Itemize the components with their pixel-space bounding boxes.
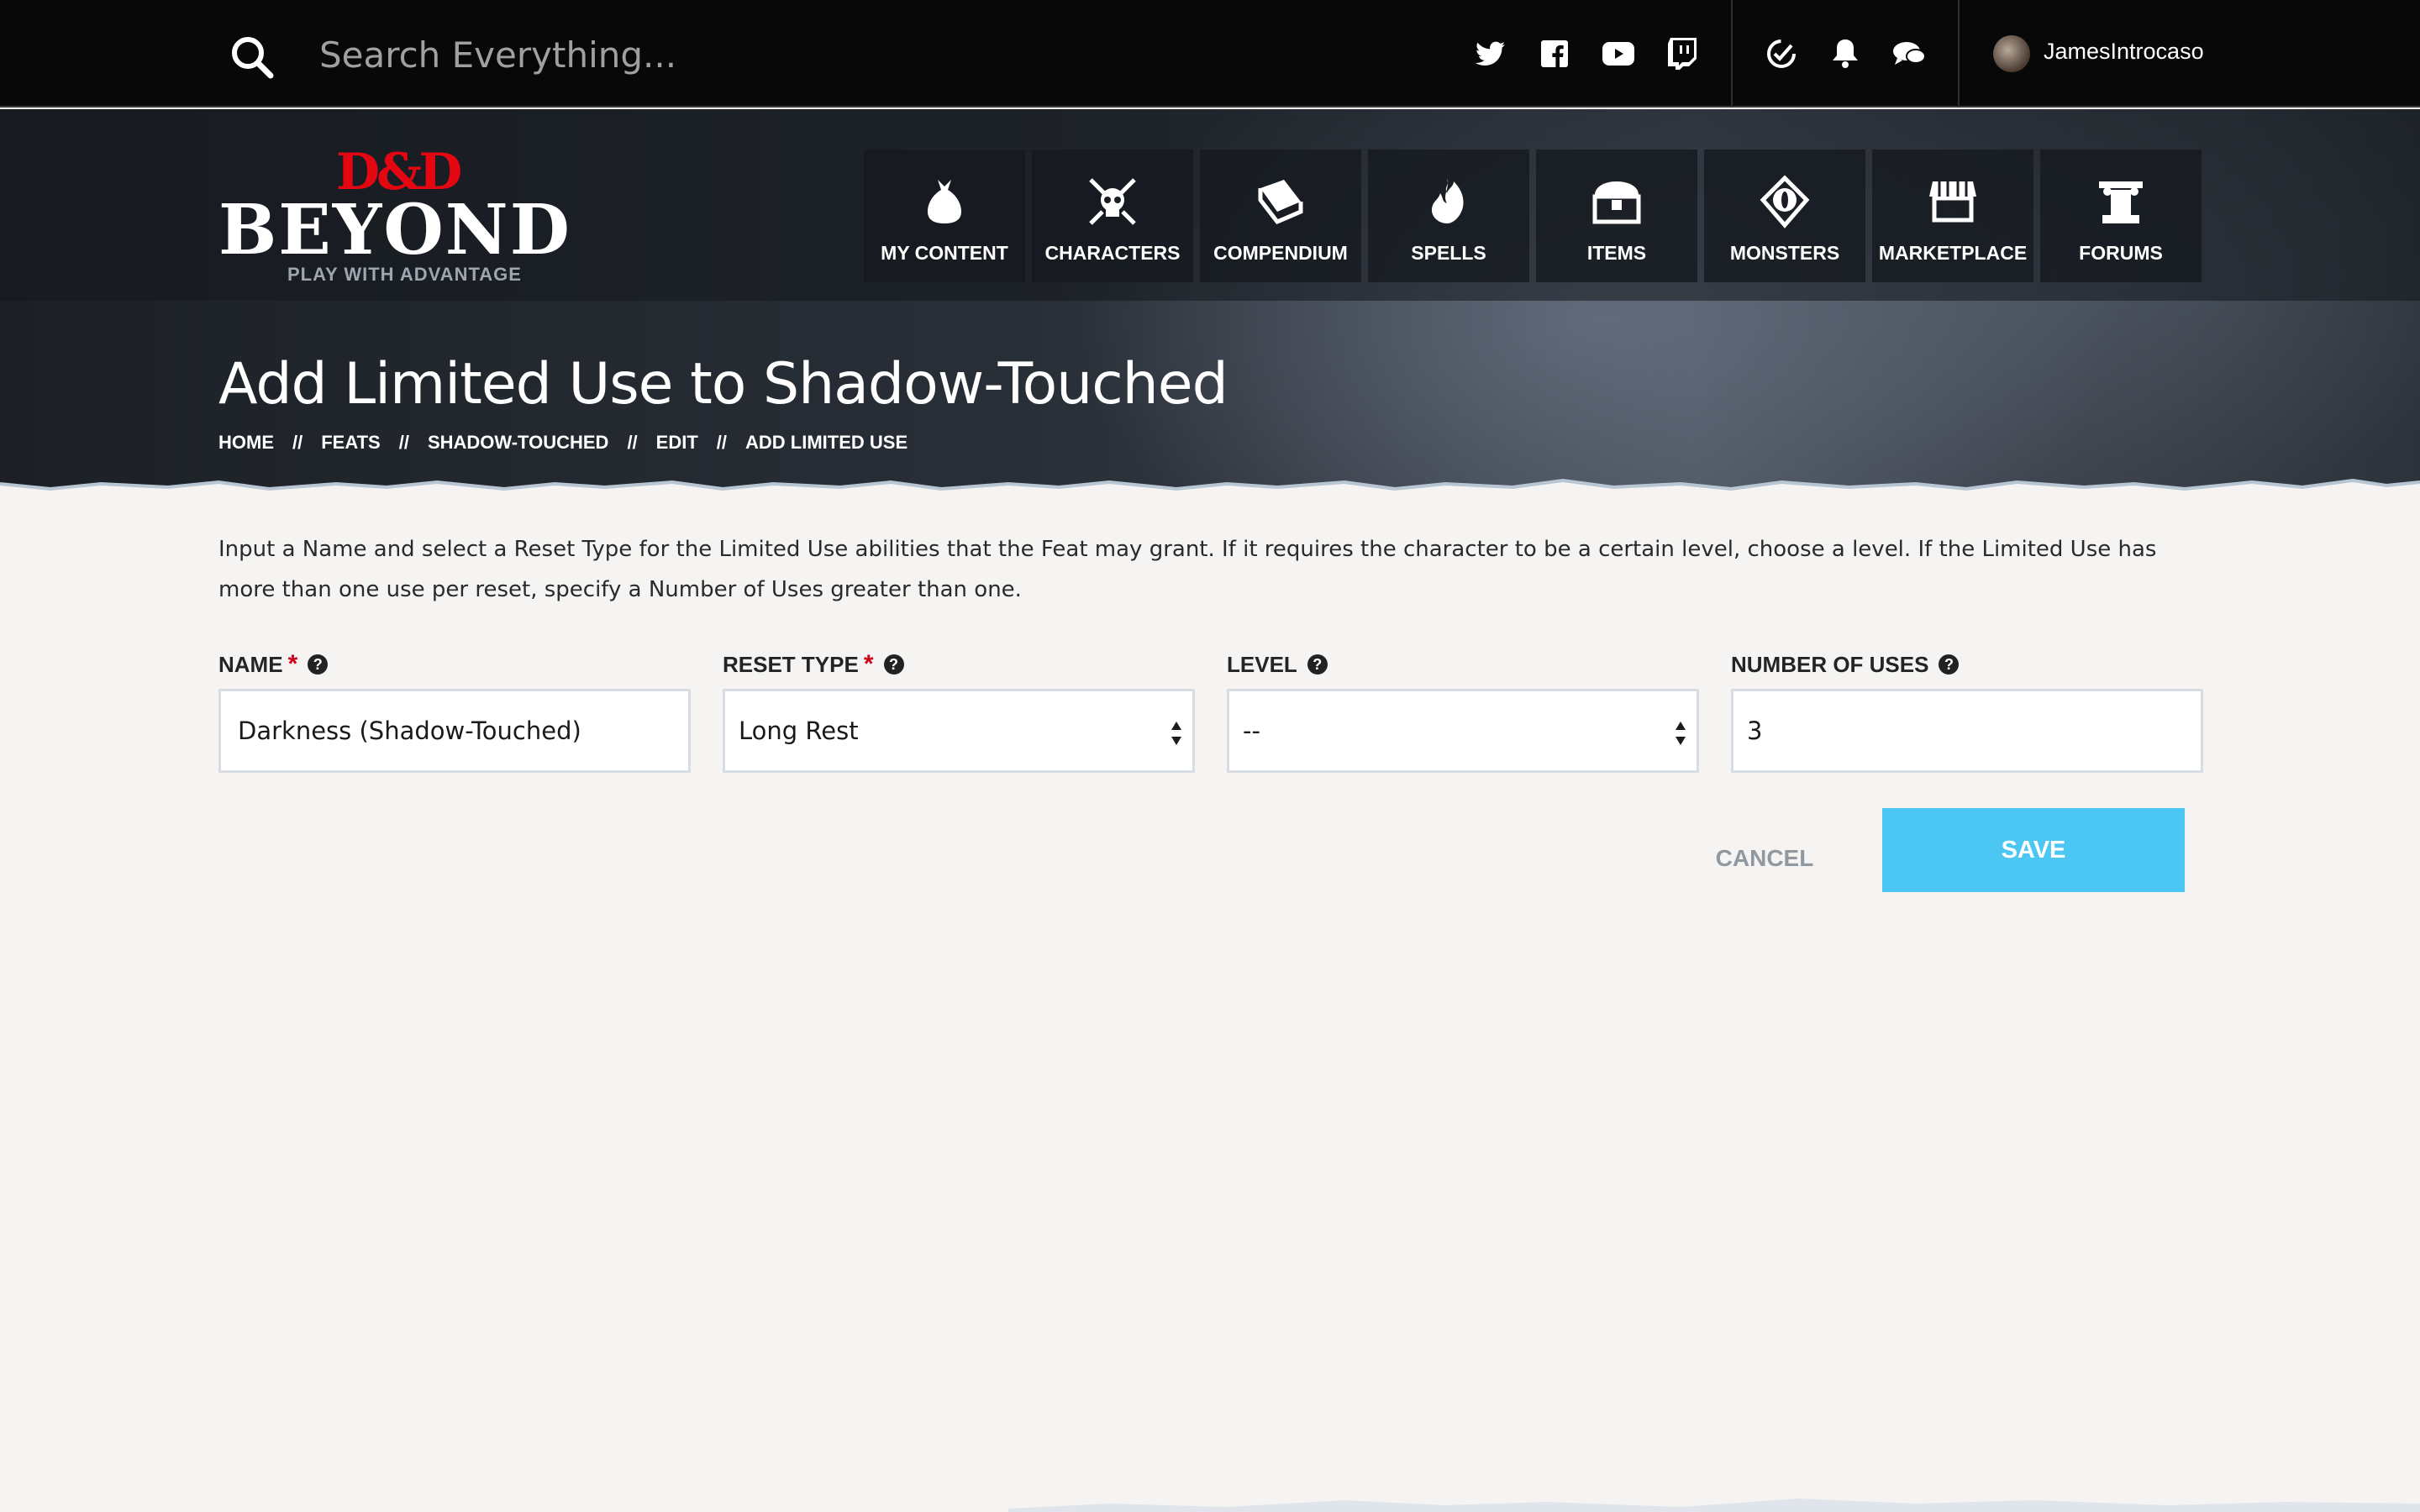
help-icon[interactable]: ? — [308, 654, 329, 675]
bag-icon — [928, 180, 961, 223]
select-arrows-icon — [1676, 722, 1686, 745]
breadcrumb-edit[interactable]: EDIT — [656, 432, 698, 454]
twitter-icon[interactable] — [1472, 35, 1509, 72]
number-of-uses-field: NUMBER OF USES ? 3 — [1731, 650, 2203, 773]
breadcrumb: HOME // FEATS // SHADOW-TOUCHED // EDIT … — [218, 432, 908, 454]
number-of-uses-value: 3 — [1747, 717, 1763, 745]
intro-text: Input a Name and select a Reset Type for… — [218, 537, 2157, 602]
reset-type-label-text: RESET TYPE — [723, 651, 859, 677]
chat-icon[interactable] — [1891, 35, 1928, 72]
save-button[interactable]: SAVE — [1882, 808, 2185, 892]
twitch-icon[interactable] — [1664, 35, 1701, 72]
shop-icon — [1929, 181, 1976, 223]
logo-name[interactable]: BEYOND — [218, 190, 571, 270]
nav-spells[interactable]: SPELLS — [1368, 150, 1529, 282]
search-input[interactable] — [319, 25, 1076, 84]
nav-label: MONSTERS — [1729, 242, 1840, 264]
bell-icon[interactable] — [1827, 35, 1864, 72]
youtube-icon[interactable] — [1600, 35, 1637, 72]
level-select[interactable]: -- — [1227, 689, 1699, 773]
username[interactable]: JamesIntrocaso — [2044, 39, 2204, 65]
nav-label: COMPENDIUM — [1213, 242, 1348, 264]
nav-compendium[interactable]: COMPENDIUM — [1200, 150, 1361, 282]
torn-paper-edge — [0, 478, 2420, 504]
treasure-chest-icon — [1592, 181, 1641, 224]
name-field: NAME * ? Darkness (Shadow-Touched) — [218, 650, 691, 773]
breadcrumb-shadow-touched[interactable]: SHADOW-TOUCHED — [428, 432, 608, 454]
help-icon[interactable]: ? — [883, 654, 904, 675]
help-icon[interactable]: ? — [1307, 654, 1328, 675]
nav-characters[interactable]: CHARACTERS — [1032, 150, 1193, 282]
reset-type-value: Long Rest — [739, 717, 859, 745]
reset-type-select[interactable]: Long Rest — [723, 689, 1195, 773]
nav-forums[interactable]: FORUMS — [2040, 150, 2202, 282]
nav-items[interactable]: ITEMS — [1536, 150, 1697, 282]
breadcrumb-separator: // — [627, 432, 638, 453]
breadcrumb-separator: // — [398, 432, 409, 453]
nav-label: MARKETPLACE — [1878, 242, 2028, 264]
name-input[interactable]: Darkness (Shadow-Touched) — [218, 689, 691, 773]
top-bar: JamesIntrocaso — [0, 0, 2420, 108]
reset-type-field: RESET TYPE * ? Long Rest — [723, 650, 1195, 773]
book-icon — [1258, 180, 1303, 225]
level-value: -- — [1243, 717, 1260, 745]
number-of-uses-input[interactable]: 3 — [1731, 689, 2203, 773]
breadcrumb-add-limited-use: ADD LIMITED USE — [745, 432, 908, 453]
nav-label: FORUMS — [2079, 242, 2163, 264]
skull-crossed-swords-icon — [1089, 178, 1136, 225]
search-icon[interactable] — [229, 34, 276, 81]
monster-eye-icon — [1760, 175, 1810, 228]
breadcrumb-feats[interactable]: FEATS — [321, 432, 380, 454]
level-label: LEVEL ? — [1227, 650, 1699, 679]
name-label: NAME * ? — [218, 650, 691, 679]
cancel-button[interactable]: CANCEL — [1689, 832, 1840, 885]
nav-monsters[interactable]: MONSTERS — [1704, 150, 1865, 282]
breadcrumb-home[interactable]: HOME — [218, 432, 274, 454]
required-mark: * — [287, 650, 298, 678]
facebook-icon[interactable] — [1536, 35, 1573, 72]
number-of-uses-label-text: NUMBER OF USES — [1731, 651, 1929, 677]
nav-marketplace[interactable]: MARKETPLACE — [1872, 150, 2033, 282]
breadcrumb-separator: // — [716, 432, 728, 453]
topbar-divider — [1958, 0, 1960, 108]
nav-my-content[interactable]: MY CONTENT — [864, 150, 1025, 282]
page-title: Add Limited Use to Shadow-Touched — [218, 351, 1228, 417]
level-label-text: LEVEL — [1227, 651, 1297, 677]
logo-tagline: PLAY WITH ADVANTAGE — [287, 264, 522, 285]
number-of-uses-label: NUMBER OF USES ? — [1731, 650, 2203, 679]
nav-label: MY CONTENT — [881, 242, 1008, 264]
changelog-icon[interactable] — [1763, 35, 1800, 72]
pillar-icon — [2099, 181, 2143, 223]
name-input-value: Darkness (Shadow-Touched) — [238, 717, 581, 745]
nav-label: ITEMS — [1586, 242, 1647, 264]
reset-type-label: RESET TYPE * ? — [723, 650, 1195, 679]
breadcrumb-separator: // — [292, 432, 303, 453]
help-icon[interactable]: ? — [1939, 654, 1960, 675]
select-arrows-icon — [1171, 722, 1181, 745]
topbar-divider — [1731, 0, 1733, 108]
level-field: LEVEL ? -- — [1227, 650, 1699, 773]
avatar[interactable] — [1993, 35, 2030, 72]
nav-label: CHARACTERS — [1044, 242, 1181, 264]
name-label-text: NAME — [218, 651, 283, 677]
bottom-torn-edge — [1008, 1499, 2420, 1512]
flame-hand-icon — [1432, 178, 1464, 223]
required-mark: * — [863, 650, 874, 678]
nav-label: SPELLS — [1411, 242, 1486, 264]
